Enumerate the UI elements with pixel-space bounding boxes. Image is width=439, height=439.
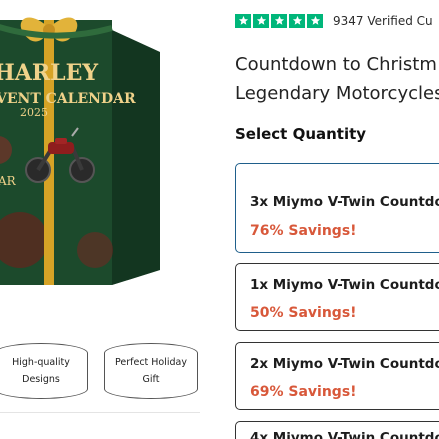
- option-savings: 76% Savings!: [250, 223, 357, 239]
- calendar-side-text: AR: [0, 174, 17, 188]
- star-icon: [289, 13, 305, 28]
- badge-label: High-quality Designs: [12, 357, 70, 385]
- star-icon: [271, 13, 287, 28]
- option-name: 4x Miymo V-Twin Countdo: [250, 430, 439, 439]
- option-name: 2x Miymo V-Twin Countdo: [250, 356, 439, 372]
- product-title: Countdown to Christm Legendary Motorcycl…: [235, 50, 439, 108]
- divider: [0, 412, 200, 413]
- calendar-year-text: 2025: [20, 106, 48, 119]
- verified-reviews-text: 9347 Verified Cu: [333, 13, 433, 28]
- calendar-brand-text: HARLEY: [0, 60, 98, 86]
- badge-high-quality: High-quality Designs: [0, 343, 88, 399]
- feature-badges: High-quality Designs Perfect Holiday Gif…: [0, 337, 200, 407]
- product-title-line: Legendary Motorcycles: [235, 83, 439, 104]
- quantity-option-4x[interactable]: 4x Miymo V-Twin Countdo: [235, 421, 439, 439]
- star-icon: [235, 13, 251, 28]
- advent-calendar-image: HARLEY VENT CALENDAR 2025 AR: [0, 17, 160, 285]
- quantity-option-1x[interactable]: 1x Miymo V-Twin Countdo 50% Savings!: [235, 263, 439, 331]
- option-savings: 69% Savings!: [250, 384, 357, 400]
- rating-row[interactable]: 9347 Verified Cu: [235, 10, 433, 28]
- select-quantity-heading: Select Quantity: [235, 125, 367, 143]
- badge-perfect-gift: Perfect Holiday Gift: [104, 343, 198, 399]
- product-image[interactable]: HARLEY VENT CALENDAR 2025 AR: [0, 0, 200, 300]
- option-savings: 50% Savings!: [250, 305, 357, 321]
- star-rating: [235, 13, 323, 28]
- star-icon: [253, 13, 269, 28]
- badge-label: Perfect Holiday Gift: [114, 357, 187, 385]
- option-name: 1x Miymo V-Twin Countdo: [250, 277, 439, 293]
- quantity-option-2x[interactable]: 2x Miymo V-Twin Countdo 69% Savings!: [235, 342, 439, 410]
- star-icon: [307, 13, 323, 28]
- product-details: 9347 Verified Cu Countdown to Christm Le…: [235, 0, 439, 439]
- calendar-subtitle-text: VENT CALENDAR: [0, 91, 136, 107]
- product-title-line: Countdown to Christm: [235, 54, 437, 75]
- quantity-option-3x[interactable]: 3x Miymo V-Twin Countdo 76% Savings!: [235, 163, 439, 253]
- option-name: 3x Miymo V-Twin Countdo: [250, 194, 439, 210]
